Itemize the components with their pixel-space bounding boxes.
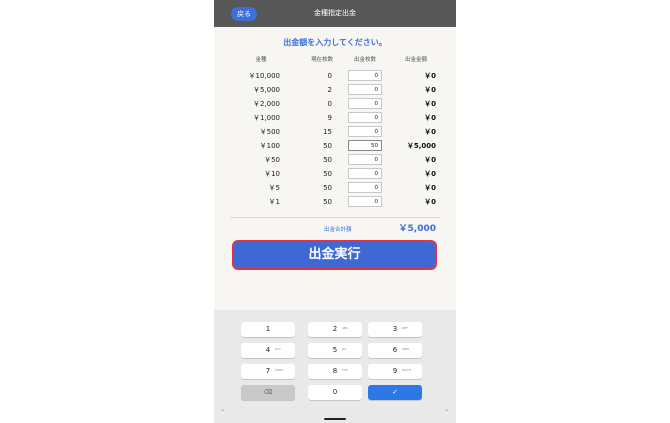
- keypad-key-6[interactable]: 6 MNO: [368, 343, 422, 358]
- current-count-cell: 9: [327, 114, 332, 122]
- withdraw-amount-cell: ￥0: [424, 184, 436, 192]
- withdraw-amount-cell: ￥0: [424, 170, 436, 178]
- key-letters: DEF: [402, 326, 408, 330]
- execute-withdrawal-button[interactable]: 出金実行: [232, 240, 437, 270]
- header-bar: 金種指定出金 戻る: [214, 0, 456, 27]
- denomination-cell: ￥50: [264, 156, 280, 164]
- withdraw-count-input[interactable]: 0: [348, 126, 382, 137]
- withdraw-amount-cell: ￥0: [424, 100, 436, 108]
- total-value: ￥5,000: [398, 224, 436, 234]
- table-row: ￥1 50 0 ￥0: [214, 195, 456, 209]
- current-count-cell: 15: [323, 128, 332, 136]
- current-count-cell: 50: [323, 156, 332, 164]
- keypad-key-1[interactable]: 1: [241, 322, 295, 337]
- column-header-current-count: 現在枚数: [310, 57, 333, 63]
- enter-key[interactable]: ✓: [368, 385, 422, 400]
- withdraw-amount-cell: ￥0: [424, 72, 436, 80]
- key-digit: 8: [332, 367, 338, 375]
- key-digit: 1: [265, 325, 271, 333]
- phone-screen: 金種指定出金 戻る 出金額を入力してください。 金種 現在枚数 出金枚数 出金金…: [214, 0, 456, 423]
- withdraw-amount-cell: ￥0: [424, 128, 436, 136]
- keypad-key-0[interactable]: 0: [308, 385, 362, 400]
- instruction-text: 出金額を入力してください。: [283, 38, 387, 47]
- denomination-cell: ￥5: [268, 184, 280, 192]
- home-indicator: [324, 418, 346, 420]
- withdraw-count-input[interactable]: 0: [348, 182, 382, 193]
- key-letters: PQRS: [275, 368, 284, 372]
- key-digit: 9: [392, 367, 398, 375]
- key-letters: ABC: [342, 326, 349, 330]
- withdraw-count-input[interactable]: 0: [348, 98, 382, 109]
- withdraw-count-input[interactable]: 0: [348, 84, 382, 95]
- withdraw-count-input[interactable]: 0: [348, 168, 382, 179]
- check-icon: ✓: [392, 388, 398, 396]
- key-digit: 4: [265, 346, 271, 354]
- table-row: ￥1,000 9 0 ￥0: [214, 111, 456, 125]
- keypad-key-9[interactable]: 9 WXYZ: [368, 364, 422, 379]
- table-row: ￥500 15 0 ￥0: [214, 125, 456, 139]
- column-header-withdraw-count: 出金枚数: [353, 57, 376, 63]
- divider: [230, 217, 440, 218]
- backspace-key[interactable]: ⌫: [241, 385, 295, 400]
- key-letters: TUV: [342, 368, 349, 372]
- table-row: ￥50 50 0 ￥0: [214, 153, 456, 167]
- table-row: ￥5 50 0 ￥0: [214, 181, 456, 195]
- key-letters: MNO: [402, 347, 410, 351]
- current-count-cell: 2: [327, 86, 332, 94]
- back-button[interactable]: 戻る: [231, 7, 257, 21]
- column-header-withdraw-amount: 出金金額: [404, 57, 427, 63]
- denomination-cell: ￥10,000: [248, 72, 281, 80]
- denomination-cell: ￥1: [268, 198, 280, 206]
- table-row: ￥5,000 2 0 ￥0: [214, 83, 456, 97]
- chevron-down-icon[interactable]: ⌄: [220, 406, 225, 413]
- withdraw-count-input[interactable]: 0: [348, 112, 382, 123]
- keypad-key-7[interactable]: 7 PQRS: [241, 364, 295, 379]
- total-label: 出金合計額: [324, 227, 352, 233]
- key-digit: 0: [332, 388, 338, 396]
- key-letters: JKL: [342, 347, 347, 351]
- key-digit: 3: [392, 325, 398, 333]
- denomination-cell: ￥100: [259, 142, 280, 150]
- withdraw-amount-cell: ￥0: [424, 114, 436, 122]
- denomination-cell: ￥10: [264, 170, 280, 178]
- denomination-cell: ￥2,000: [252, 100, 280, 108]
- table-row: ￥10 50 0 ￥0: [214, 167, 456, 181]
- current-count-cell: 50: [323, 170, 332, 178]
- table-row: ￥2,000 0 0 ￥0: [214, 97, 456, 111]
- current-count-cell: 0: [327, 100, 332, 108]
- key-digit: 5: [332, 346, 338, 354]
- denomination-cell: ￥500: [259, 128, 280, 136]
- withdraw-amount-cell: ￥0: [424, 86, 436, 94]
- keypad-key-8[interactable]: 8 TUV: [308, 364, 362, 379]
- keypad-key-3[interactable]: 3 DEF: [368, 322, 422, 337]
- withdraw-count-input[interactable]: 50: [348, 140, 382, 151]
- keypad-key-2[interactable]: 2 ABC: [308, 322, 362, 337]
- column-header-denomination: 金種: [255, 57, 267, 63]
- current-count-cell: 50: [323, 142, 332, 150]
- withdraw-count-input[interactable]: 0: [348, 196, 382, 207]
- numeric-keypad: 1 2 ABC 3 DEF 4 GHI 5 JKL 6 MNO 7 PQRS 8…: [214, 310, 456, 423]
- table-row: ￥10,000 0 0 ￥0: [214, 69, 456, 83]
- withdraw-amount-cell: ￥0: [424, 198, 436, 206]
- denomination-cell: ￥5,000: [252, 86, 280, 94]
- withdraw-count-input[interactable]: 0: [348, 154, 382, 165]
- withdraw-amount-cell: ￥0: [424, 156, 436, 164]
- current-count-cell: 50: [323, 198, 332, 206]
- keypad-key-4[interactable]: 4 GHI: [241, 343, 295, 358]
- withdraw-amount-cell: ￥5,000: [406, 142, 436, 150]
- current-count-cell: 50: [323, 184, 332, 192]
- key-digit: 2: [332, 325, 338, 333]
- key-digit: 7: [265, 367, 271, 375]
- current-count-cell: 0: [327, 72, 332, 80]
- key-letters: GHI: [275, 347, 281, 351]
- backspace-icon: ⌫: [263, 389, 273, 396]
- key-letters: WXYZ: [402, 368, 411, 372]
- withdraw-count-input[interactable]: 0: [348, 70, 382, 81]
- table-row: ￥100 50 50 ￥5,000: [214, 139, 456, 153]
- chevron-down-icon[interactable]: ⌄: [444, 406, 449, 413]
- key-digit: 6: [392, 346, 398, 354]
- keypad-key-5[interactable]: 5 JKL: [308, 343, 362, 358]
- denomination-cell: ￥1,000: [252, 114, 280, 122]
